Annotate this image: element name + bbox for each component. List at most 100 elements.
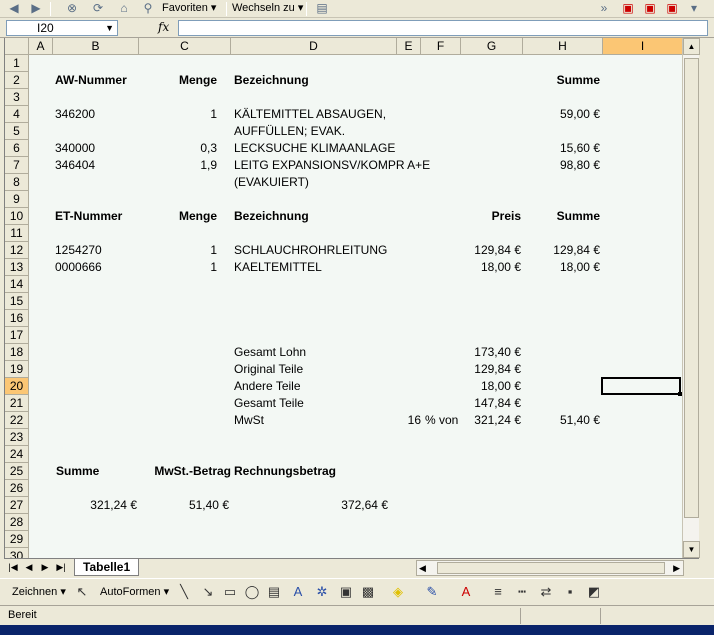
row-header-2[interactable]: 2: [5, 72, 29, 89]
column-header-d[interactable]: D: [231, 38, 397, 55]
row-header-5[interactable]: 5: [5, 123, 29, 140]
row-header-14[interactable]: 14: [5, 276, 29, 293]
vertical-scrollbar[interactable]: ▲ ▼: [682, 38, 700, 558]
fill-color-icon[interactable]: ◈: [390, 584, 406, 600]
clipart-icon[interactable]: ▣: [338, 584, 354, 600]
sheet-tab-tabelle1[interactable]: Tabelle1: [74, 559, 140, 576]
row-header-7[interactable]: 7: [5, 157, 29, 174]
row-header-15[interactable]: 15: [5, 293, 29, 310]
select-objects-icon[interactable]: ↖: [74, 584, 90, 600]
aw-bezeichnung-cell: (EVAKUIERT): [234, 175, 309, 189]
row-header-22[interactable]: 22: [5, 412, 29, 429]
et-menge-cell: 1: [210, 260, 217, 274]
stop-icon[interactable]: ⊗: [64, 1, 80, 16]
back-icon[interactable]: ◀: [6, 1, 22, 16]
pdf-review-icon[interactable]: ▣: [664, 1, 680, 16]
row-header-9[interactable]: 9: [5, 191, 29, 208]
column-header-g[interactable]: G: [461, 38, 523, 55]
column-header-b[interactable]: B: [53, 38, 139, 55]
textbox-icon[interactable]: ▤: [266, 584, 282, 600]
scroll-up-icon[interactable]: ▲: [683, 38, 700, 55]
row-header-20[interactable]: 20: [5, 378, 29, 395]
row-header-3[interactable]: 3: [5, 89, 29, 106]
prev-sheet-icon[interactable]: ◀: [22, 560, 36, 575]
column-header-c[interactable]: C: [139, 38, 231, 55]
wechseln-menu[interactable]: Wechseln zu ▾: [232, 1, 303, 16]
wordart-icon[interactable]: A: [290, 584, 306, 600]
row-header-12[interactable]: 12: [5, 242, 29, 259]
rectangle-icon[interactable]: ▭: [222, 584, 238, 600]
toolbar-options-icon[interactable]: ▾: [686, 1, 702, 16]
column-header-f[interactable]: F: [421, 38, 461, 55]
row-header-23[interactable]: 23: [5, 429, 29, 446]
arrow-style-icon[interactable]: ⇄: [538, 584, 554, 600]
original-teile-value: 129,84 €: [474, 362, 521, 376]
andere-teile-value: 18,00 €: [480, 379, 521, 393]
status-text: Bereit: [8, 609, 37, 621]
scroll-left-icon[interactable]: ◀: [419, 561, 426, 575]
scroll-right-icon[interactable]: ▶: [673, 561, 680, 575]
dash-style-icon[interactable]: ┅: [514, 584, 530, 600]
favoriten-menu[interactable]: Favoriten ▾: [162, 1, 216, 16]
line-style-icon[interactable]: ≡: [490, 584, 506, 600]
show-toolbar-icon[interactable]: ▤: [314, 1, 330, 16]
toolbar-options-icon[interactable]: »: [596, 1, 612, 16]
row-header-8[interactable]: 8: [5, 174, 29, 191]
final-rechnungsbetrag-header: Rechnungsbetrag: [234, 464, 337, 478]
column-header-e[interactable]: E: [397, 38, 421, 55]
row-header-6[interactable]: 6: [5, 140, 29, 157]
3d-style-icon[interactable]: ◩: [586, 584, 602, 600]
row-header-17[interactable]: 17: [5, 327, 29, 344]
horizontal-scrollbar[interactable]: ◀ ▶: [416, 560, 684, 576]
oval-icon[interactable]: ◯: [244, 584, 260, 600]
row-header-21[interactable]: 21: [5, 395, 29, 412]
row-header-26[interactable]: 26: [5, 480, 29, 497]
row-header-28[interactable]: 28: [5, 514, 29, 531]
next-sheet-icon[interactable]: ▶: [38, 560, 52, 575]
picture-icon[interactable]: ▩: [360, 584, 376, 600]
row-header-18[interactable]: 18: [5, 344, 29, 361]
row-header-25[interactable]: 25: [5, 463, 29, 480]
shadow-style-icon[interactable]: ▪: [562, 584, 578, 600]
row-header-1[interactable]: 1: [5, 55, 29, 72]
home-icon[interactable]: ⌂: [116, 1, 132, 16]
row-header-13[interactable]: 13: [5, 259, 29, 276]
font-color-icon[interactable]: A: [458, 584, 474, 600]
active-cell-cursor[interactable]: [601, 377, 682, 396]
spreadsheet-grid[interactable]: A B C D E F G H I AW-Nummer Menge Bezeic…: [4, 38, 682, 558]
scroll-down-icon[interactable]: ▼: [683, 541, 700, 558]
line-icon[interactable]: ╲: [176, 584, 192, 600]
chevron-down-icon[interactable]: ▼: [105, 21, 114, 35]
row-header-24[interactable]: 24: [5, 446, 29, 463]
pdf-mail-icon[interactable]: ▣: [642, 1, 658, 16]
scroll-thumb[interactable]: [684, 58, 699, 518]
column-header-h[interactable]: H: [523, 38, 603, 55]
search-icon[interactable]: ⚲: [140, 1, 156, 16]
fx-icon[interactable]: fx: [158, 20, 169, 34]
diagram-icon[interactable]: ✲: [314, 584, 330, 600]
forward-icon[interactable]: ▶: [28, 1, 44, 16]
last-sheet-icon[interactable]: ▶|: [54, 560, 68, 575]
row-header-29[interactable]: 29: [5, 531, 29, 548]
scroll-thumb[interactable]: [437, 562, 665, 574]
refresh-icon[interactable]: ⟳: [90, 1, 106, 16]
row-header-4[interactable]: 4: [5, 106, 29, 123]
name-box[interactable]: I20 ▼: [6, 20, 118, 36]
column-header-a[interactable]: A: [29, 38, 53, 55]
arrow-icon[interactable]: ↘: [200, 584, 216, 600]
et-nummer-cell: 0000666: [55, 260, 102, 274]
row-header-11[interactable]: 11: [5, 225, 29, 242]
row-header-27[interactable]: 27: [5, 497, 29, 514]
row-header-19[interactable]: 19: [5, 361, 29, 378]
formula-input[interactable]: [178, 20, 708, 36]
row-header-30[interactable]: 30: [5, 548, 29, 558]
select-all-corner[interactable]: [5, 38, 29, 55]
row-header-10[interactable]: 10: [5, 208, 29, 225]
autoformen-menu[interactable]: AutoFormen ▾: [100, 585, 169, 599]
row-header-16[interactable]: 16: [5, 310, 29, 327]
pdf-icon[interactable]: ▣: [620, 1, 636, 16]
column-header-i[interactable]: I: [603, 38, 682, 55]
line-color-icon[interactable]: ✎: [424, 584, 440, 600]
zeichnen-menu[interactable]: Zeichnen ▾: [12, 585, 66, 599]
first-sheet-icon[interactable]: |◀: [6, 560, 20, 575]
